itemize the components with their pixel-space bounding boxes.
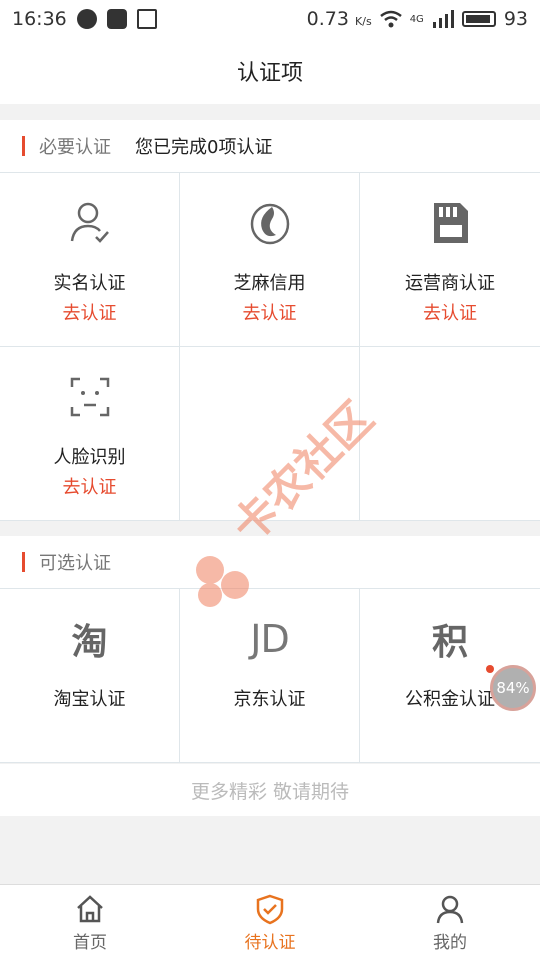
verify-jd-card[interactable]: JD 京东认证 [180, 589, 360, 763]
taobao-icon: 淘 [71, 622, 108, 663]
status-time: 16:36 [12, 8, 67, 30]
verify-carrier-card[interactable]: 运营商认证 去认证 [360, 173, 540, 347]
card-title: 实名认证 [53, 273, 126, 294]
required-section-header: 必要认证 您已完成0项认证 [0, 120, 540, 172]
tab-label: 待认证 [244, 933, 296, 953]
section-label: 可选认证 [39, 553, 111, 574]
section-label: 必要认证 [39, 137, 111, 158]
tab-profile[interactable]: 我的 [360, 885, 540, 960]
empty-cell [180, 347, 360, 521]
card-title: 运营商认证 [405, 273, 495, 294]
jd-icon: JD [250, 617, 289, 661]
floating-progress-bubble[interactable]: 84% [490, 665, 536, 711]
status-bar: 16:36 0.73 K/s 4G 93 [0, 0, 540, 38]
more-coming-text: 更多精彩 敬请期待 [0, 764, 540, 816]
shield-check-icon [253, 892, 287, 926]
cellular-label: 4G [409, 13, 424, 25]
notification-dot [486, 665, 494, 673]
home-icon [73, 892, 107, 926]
go-verify-link[interactable]: 去认证 [63, 473, 117, 499]
tab-label: 我的 [433, 933, 467, 953]
tab-home[interactable]: 首页 [0, 885, 180, 960]
network-speed: 0.73 K/s [306, 8, 372, 30]
completion-status: 您已完成0项认证 [135, 137, 273, 158]
optional-grid: 淘 淘宝认证 JD 京东认证 积 公积金认证 [0, 588, 540, 763]
card-title: 公积金认证 [405, 689, 495, 710]
go-verify-link[interactable]: 去认证 [63, 299, 117, 325]
verify-realname-card[interactable]: 实名认证 去认证 [0, 173, 180, 347]
person-check-icon [66, 199, 114, 247]
card-title: 人脸识别 [53, 447, 126, 468]
wifi-icon [379, 10, 402, 28]
face-scan-icon [66, 373, 114, 421]
page-title: 认证项 [236, 61, 303, 86]
signal-icon [432, 10, 454, 28]
go-verify-link[interactable]: 去认证 [243, 299, 297, 325]
card-title: 淘宝认证 [53, 689, 126, 710]
verify-face-card[interactable]: 人脸识别 去认证 [0, 347, 180, 521]
verify-taobao-card[interactable]: 淘 淘宝认证 [0, 589, 180, 763]
required-grid: 实名认证 去认证 芝麻信用 去认证 运营商认证 去认证 人脸识别 去认证 [0, 172, 540, 521]
verify-sesame-card[interactable]: 芝麻信用 去认证 [180, 173, 360, 347]
app-notification-icon-2 [106, 9, 127, 29]
card-title: 京东认证 [233, 689, 306, 710]
user-icon [433, 892, 467, 926]
image-notification-icon [136, 9, 157, 29]
battery-level: 93 [503, 8, 528, 30]
empty-cell [360, 347, 540, 521]
section-accent-bar [22, 552, 25, 572]
section-accent-bar [22, 136, 25, 156]
nav-bar: 认证项 [0, 38, 540, 104]
sesame-icon [246, 199, 294, 247]
card-title: 芝麻信用 [233, 273, 306, 294]
go-verify-link[interactable]: 去认证 [423, 299, 477, 325]
tab-pending-verification[interactable]: 待认证 [180, 885, 360, 960]
app-notification-icon [76, 9, 97, 29]
bottom-tab-bar: 首页 待认证 我的 [0, 884, 540, 960]
sim-card-icon [426, 199, 474, 247]
tab-label: 首页 [73, 933, 107, 953]
optional-section-header: 可选认证 [0, 536, 540, 588]
fund-icon: 积 [431, 622, 468, 663]
battery-icon [461, 11, 496, 27]
